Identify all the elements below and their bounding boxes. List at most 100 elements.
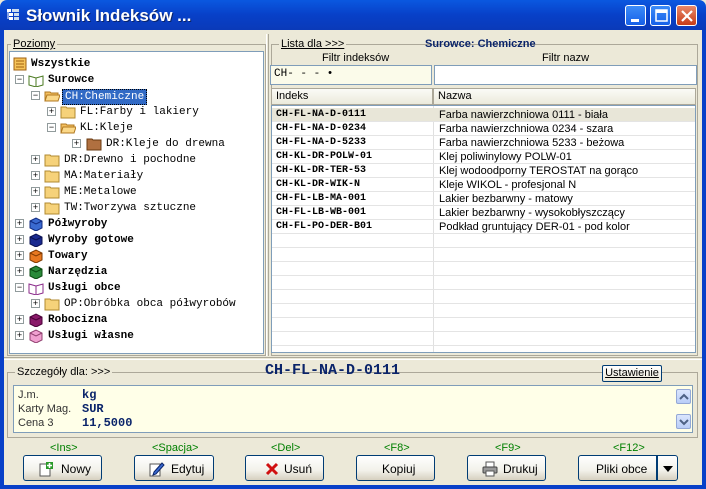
index-list[interactable]: CH-FL-NA-D-0111 Farba nawierzchniowa 0111…	[271, 105, 696, 353]
filter-index-input[interactable]: CH- - - •	[270, 65, 432, 85]
expand-toggle[interactable]: +	[15, 314, 24, 324]
list-row[interactable]: CH-KL-DR-WIK-N Kleje WIKOL - profesjonal …	[272, 178, 695, 192]
tree-node-label: Wyroby gotowe	[48, 234, 134, 246]
all-levels-icon	[13, 57, 27, 71]
new-icon	[39, 462, 53, 477]
list-row[interactable]: CH-FL-LB-MA-001 Lakier bezbarwny - matowy	[272, 192, 695, 206]
minimize-button[interactable]	[625, 5, 646, 26]
book-icon	[29, 233, 43, 247]
book-icon	[29, 313, 43, 327]
detail-row: Cena 3 11,5000	[14, 416, 678, 430]
expand-toggle[interactable]: +	[15, 234, 24, 244]
app-icon	[7, 9, 19, 20]
row-index: CH-FL-NA-D-5233	[276, 137, 367, 148]
list-row[interactable]: CH-KL-DR-TER-53 Klej wodoodporny TEROSTAT…	[272, 164, 695, 178]
levels-tree[interactable]: Wszystkie − Surowce − CH:Chemiczne + FL:…	[9, 51, 264, 354]
scroll-down-button[interactable]	[676, 414, 691, 429]
tree-node-label: OP:Obróbka obca półwyrobów	[64, 298, 236, 310]
row-index: CH-FL-PO-DER-B01	[276, 221, 373, 232]
delete-icon	[265, 462, 279, 476]
expand-toggle[interactable]: +	[31, 154, 40, 164]
minimize-icon	[631, 19, 639, 22]
copy-button[interactable]: Kopiuj	[356, 455, 435, 481]
row-index: CH-FL-NA-D-0234	[276, 123, 367, 134]
list-context-title: Surowce: Chemiczne	[425, 38, 536, 50]
row-index: CH-FL-LB-WB-001	[276, 207, 367, 218]
maximize-icon	[655, 9, 668, 22]
row-index: CH-FL-LB-MA-001	[276, 193, 367, 204]
delete-button[interactable]: Usuń	[245, 455, 324, 481]
title-bar[interactable]: Słownik Indeksów ...	[0, 0, 706, 30]
shortcut-ins: <Ins>	[50, 442, 78, 454]
delete-button-label: Usuń	[284, 462, 313, 476]
scroll-up-button[interactable]	[676, 389, 691, 404]
details-code: CH-FL-NA-D-0111	[265, 362, 401, 379]
shortcut-del: <Del>	[271, 442, 301, 454]
list-row[interactable]: CH-FL-PO-DER-B01 Podkład gruntujący DER-0…	[272, 220, 695, 234]
collapse-toggle[interactable]: −	[15, 74, 24, 84]
empty-row	[272, 332, 695, 346]
tree-node-label: DR:Kleje do drewna	[106, 138, 225, 150]
expand-toggle[interactable]: +	[31, 186, 40, 196]
tree-node-label: ME:Metalowe	[64, 186, 137, 198]
maximize-button[interactable]	[650, 5, 671, 26]
window-frame-bottom	[0, 485, 706, 489]
expand-toggle[interactable]: +	[31, 298, 40, 308]
expand-toggle[interactable]: +	[31, 170, 40, 180]
row-name: Farba nawierzchniowa 5233 - beżowa	[439, 137, 625, 149]
list-row[interactable]: CH-FL-LB-WB-001 Lakier bezbarwny - wysoko…	[272, 206, 695, 220]
tree-node-label: FL:Farby i lakiery	[80, 106, 199, 118]
expand-toggle[interactable]: +	[15, 250, 24, 260]
expand-toggle[interactable]: +	[15, 330, 24, 340]
list-row[interactable]: CH-KL-DR-POLW-01 Klej poliwinylowy POLW-0…	[272, 150, 695, 164]
tree-node-label: Wszystkie	[31, 58, 91, 70]
list-row[interactable]: CH-FL-NA-D-0111 Farba nawierzchniowa 0111…	[272, 108, 695, 122]
settings-button[interactable]: Ustawienie	[602, 365, 662, 382]
window-frame-left	[0, 30, 4, 489]
tree-node-label: DR:Drewno i pochodne	[64, 154, 197, 166]
collapse-toggle[interactable]: −	[15, 282, 24, 292]
shortcut-spacja: <Spacja>	[152, 442, 199, 454]
folder-icon	[44, 186, 60, 199]
foreign-files-dropdown-button[interactable]	[657, 455, 678, 481]
tree-node-label: CH:Chemiczne	[62, 89, 148, 105]
tree-node-label: Surowce	[48, 74, 95, 86]
empty-row	[272, 262, 695, 276]
row-name: Klej wodoodporny TEROSTAT na gorąco	[439, 165, 639, 177]
window-frame-right	[702, 30, 706, 489]
new-button[interactable]: Nowy	[23, 455, 102, 481]
expand-toggle[interactable]: +	[15, 218, 24, 228]
collapse-toggle[interactable]: −	[47, 122, 56, 132]
filter-name-input[interactable]	[434, 65, 697, 85]
list-row[interactable]: CH-FL-NA-D-5233 Farba nawierzchniowa 5233…	[272, 136, 695, 150]
expand-toggle[interactable]: +	[47, 106, 56, 116]
close-button[interactable]	[676, 5, 697, 26]
filter-name-label: Filtr nazw	[542, 52, 590, 64]
window-title: Słownik Indeksów ...	[26, 6, 192, 25]
folder-icon	[60, 106, 76, 119]
expand-toggle[interactable]: +	[31, 202, 40, 212]
expand-toggle[interactable]: +	[72, 138, 81, 148]
row-index: CH-KL-DR-POLW-01	[276, 151, 373, 162]
book-icon	[29, 217, 43, 231]
print-button[interactable]: Drukuj	[467, 455, 546, 481]
column-header-index[interactable]: Indeks	[271, 88, 433, 105]
folder-icon	[44, 202, 60, 215]
row-name: Podkład gruntujący DER-01 - pod kolor	[439, 221, 630, 233]
tree-node-label: Usługi własne	[48, 330, 134, 342]
tree-node-label: Półwyroby	[48, 218, 108, 230]
folder-icon	[44, 170, 60, 183]
horizontal-splitter[interactable]	[4, 357, 702, 360]
vertical-splitter[interactable]	[266, 34, 269, 356]
row-name: Lakier bezbarwny - matowy	[439, 193, 573, 205]
row-index: CH-KL-DR-TER-53	[276, 165, 367, 176]
row-index: CH-KL-DR-WIK-N	[276, 179, 361, 190]
foreign-files-button[interactable]: Pliki obce	[578, 455, 657, 481]
collapse-toggle[interactable]: −	[31, 90, 40, 100]
expand-toggle[interactable]: +	[15, 266, 24, 276]
list-row[interactable]: CH-FL-NA-D-0234 Farba nawierzchniowa 0234…	[272, 122, 695, 136]
edit-button[interactable]: Edytuj	[134, 455, 214, 481]
column-header-name[interactable]: Nazwa	[433, 88, 696, 105]
row-name: Farba nawierzchniowa 0234 - szara	[439, 123, 614, 135]
dropdown-arrow-icon	[663, 466, 673, 472]
